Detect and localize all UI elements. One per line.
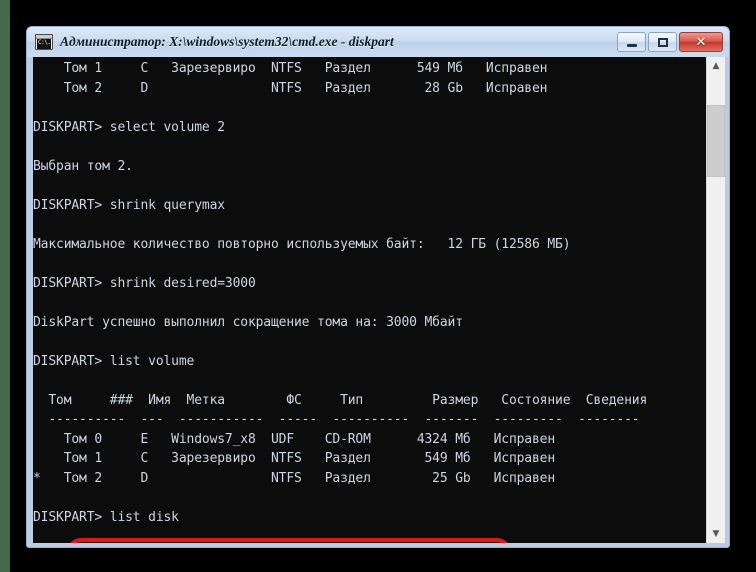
maximize-icon xyxy=(649,33,676,51)
close-icon: ✕ xyxy=(695,34,707,50)
console-output[interactable]: Том 1 C Зарезервиро NTFS Раздел 549 Мб И… xyxy=(33,57,706,543)
console-line: DiskPart успешно выполнил сокращение том… xyxy=(33,314,463,330)
console-line: Том 1 C Зарезервиро NTFS Раздел 549 Мб И… xyxy=(33,451,556,466)
cmd-icon-glyph: C:\. xyxy=(37,39,51,49)
console-line: Том 1 C Зарезервиро NTFS Раздел 549 Мб И… xyxy=(33,61,548,76)
console-line: DISKPART> list volume xyxy=(33,353,195,369)
window-title-bar[interactable]: C:\. Администратор: X:\windows\system32\… xyxy=(27,27,729,57)
console-line: DISKPART> select volume 2 xyxy=(33,119,225,135)
console-line: DISKPART> list disk xyxy=(33,509,179,525)
console-line: Том 0 E Windows7_x8 UDF CD-ROM 4324 Мб И… xyxy=(33,431,556,447)
minimize-button[interactable] xyxy=(617,32,646,52)
scroll-up-icon[interactable]: ▲ xyxy=(707,57,725,75)
console-line: Максимальное количество повторно использ… xyxy=(33,236,571,252)
console-line: DISKPART> shrink querymax xyxy=(33,197,225,213)
console-line: Выбран том 2. xyxy=(33,158,133,174)
scrollbar-thumb[interactable] xyxy=(707,105,725,177)
console-line: ---------- --- ----------- ----- -------… xyxy=(33,412,640,427)
window-title: Администратор: X:\windows\system32\cmd.e… xyxy=(60,34,394,49)
scroll-down-icon[interactable]: ▼ xyxy=(707,525,725,543)
cmd-icon: C:\. xyxy=(35,34,53,50)
console-line: Том 2 D NTFS Раздел 28 Gb Исправен xyxy=(33,80,548,96)
close-button[interactable]: ✕ xyxy=(679,32,723,52)
command-prompt-window: C:\. Администратор: X:\windows\system32\… xyxy=(26,26,730,548)
console-line: DISKPART> shrink desired=3000 xyxy=(33,275,256,291)
page-edge-strip xyxy=(0,0,10,572)
caption-buttons: ✕ xyxy=(617,32,723,52)
console-line: * Том 2 D NTFS Раздел 25 Gb Исправен xyxy=(33,470,556,486)
console-client-area: Том 1 C Зарезервиро NTFS Раздел 549 Мб И… xyxy=(33,57,725,543)
maximize-button[interactable] xyxy=(648,32,677,52)
console-line: Том ### Имя Метка ФС Тип Размер Состояни… xyxy=(33,392,648,408)
minimize-icon xyxy=(618,33,645,51)
console-scrollbar[interactable]: ▲ ▼ xyxy=(706,57,725,543)
